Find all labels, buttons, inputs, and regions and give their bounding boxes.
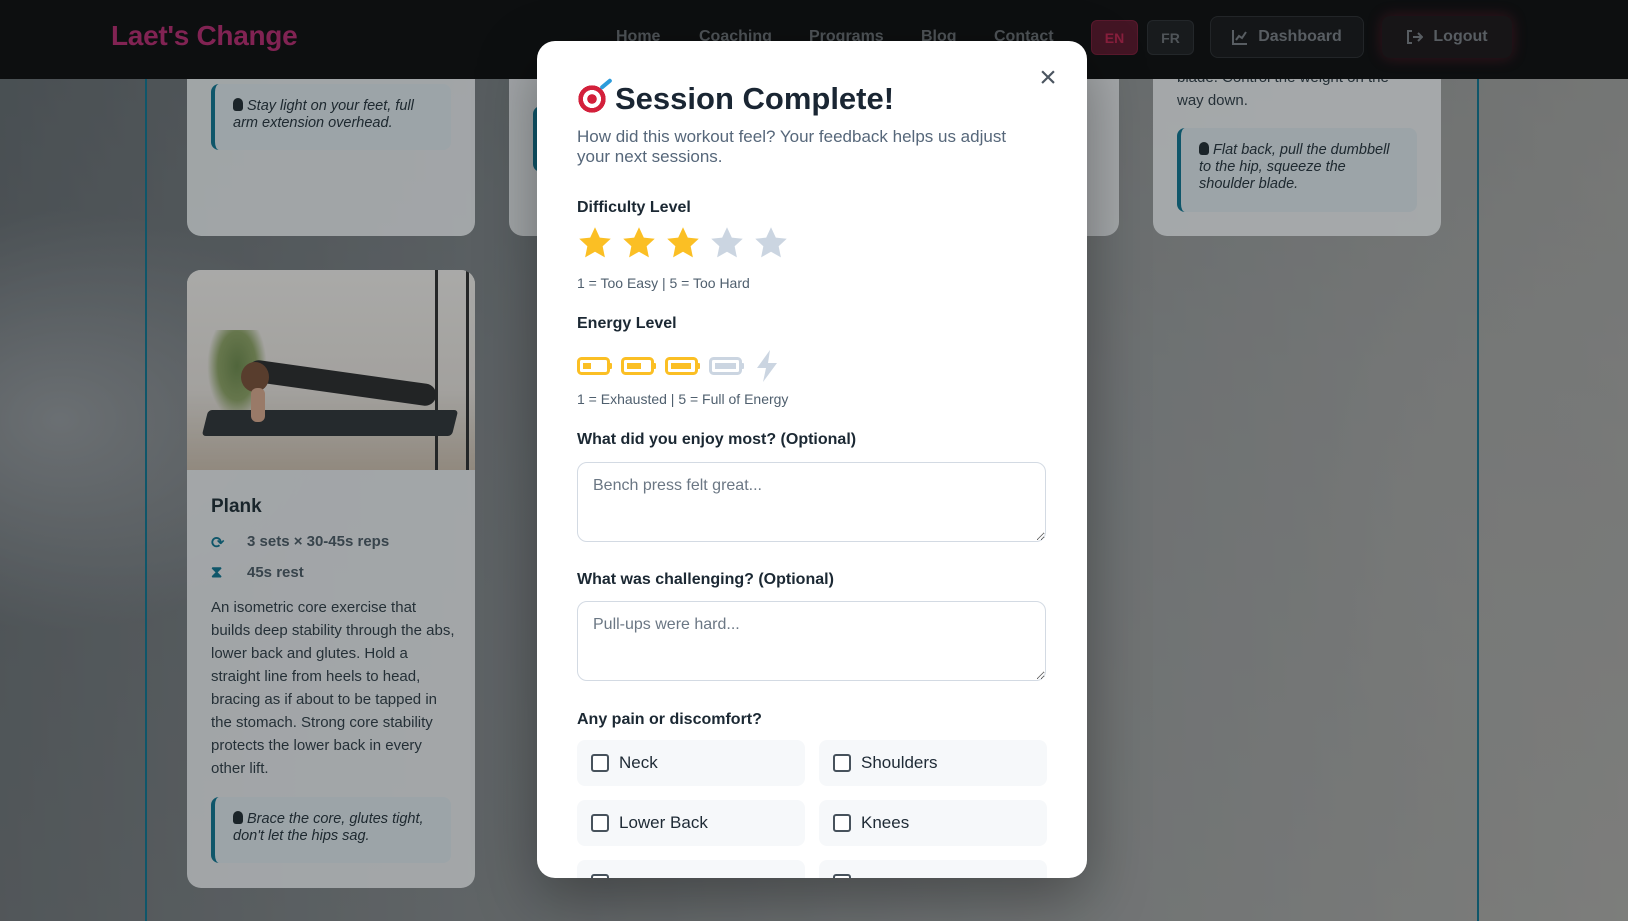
battery-low-icon[interactable] <box>577 356 613 376</box>
star-icon-2[interactable] <box>621 225 657 261</box>
modal-subtitle: How did this workout feel? Your feedback… <box>577 127 1007 166</box>
battery-half-icon[interactable] <box>621 356 657 376</box>
star-icon-4[interactable] <box>709 225 745 261</box>
star-icon-5[interactable] <box>753 225 789 261</box>
modal-title: Session Complete! <box>577 81 894 117</box>
checkbox[interactable] <box>833 874 851 878</box>
checkbox[interactable] <box>833 754 851 772</box>
pain-option-neck[interactable]: Neck <box>577 740 805 786</box>
battery-full-icon[interactable] <box>709 356 745 376</box>
difficulty-label: Difficulty Level <box>577 199 691 216</box>
pain-option-knees[interactable]: Knees <box>819 800 1047 846</box>
session-feedback-modal: × Session Complete! How did this workout… <box>537 41 1087 878</box>
checkbox[interactable] <box>591 814 609 832</box>
challenge-label: What was challenging? (Optional) <box>577 571 834 588</box>
energy-hint: 1 = Exhausted | 5 = Full of Energy <box>577 391 789 407</box>
checkbox[interactable] <box>591 874 609 878</box>
enjoy-textarea[interactable] <box>577 462 1046 542</box>
enjoy-label: What did you enjoy most? (Optional) <box>577 431 857 448</box>
checkbox[interactable] <box>591 754 609 772</box>
pain-label: Any pain or discomfort? <box>577 711 762 728</box>
pain-options: Neck Shoulders Lower Back Knees <box>577 740 1047 878</box>
difficulty-hint: 1 = Too Easy | 5 = Too Hard <box>577 275 750 291</box>
target-icon <box>577 84 607 114</box>
checkbox[interactable] <box>833 814 851 832</box>
star-icon-1[interactable] <box>577 225 613 261</box>
pain-option-shoulders[interactable]: Shoulders <box>819 740 1047 786</box>
pain-option[interactable] <box>577 860 805 878</box>
pain-option-lower-back[interactable]: Lower Back <box>577 800 805 846</box>
challenge-textarea[interactable] <box>577 601 1046 681</box>
energy-rating <box>577 349 781 383</box>
star-icon-3[interactable] <box>665 225 701 261</box>
close-icon[interactable]: × <box>1033 63 1063 95</box>
bolt-icon[interactable] <box>753 349 781 383</box>
energy-label: Energy Level <box>577 315 677 332</box>
battery-three-quarters-icon[interactable] <box>665 356 701 376</box>
difficulty-rating <box>577 225 789 261</box>
pain-option[interactable] <box>819 860 1047 878</box>
